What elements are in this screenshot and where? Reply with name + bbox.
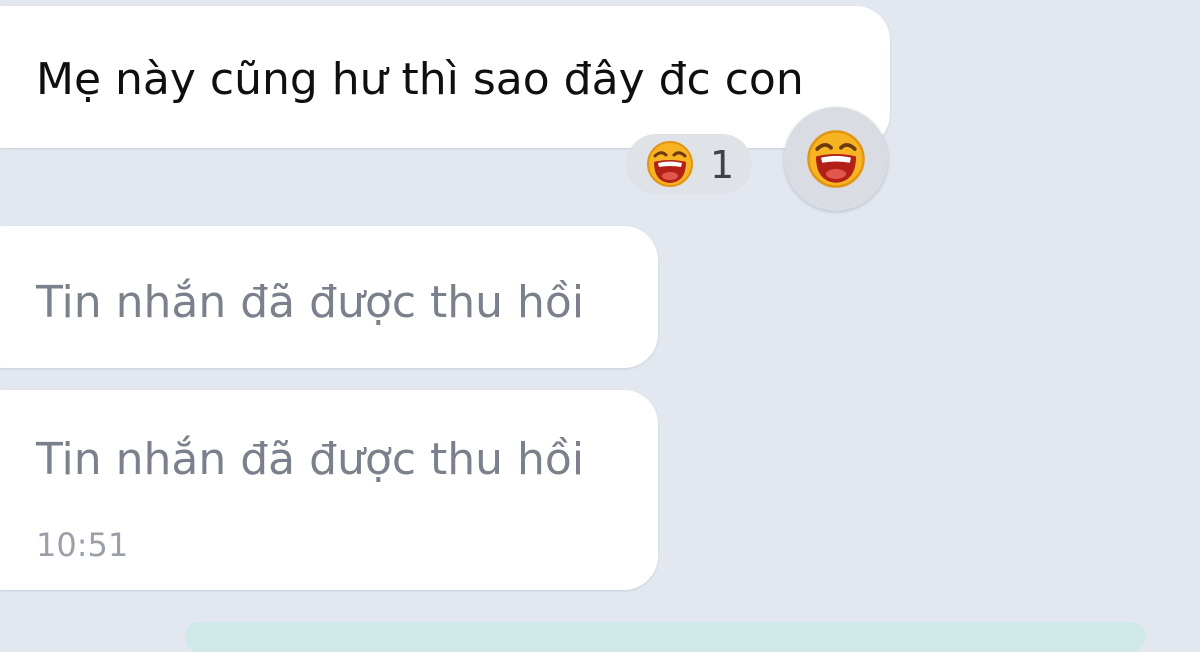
recalled-message-text: Tin nhắn đã được thu hồi xyxy=(36,277,585,328)
recalled-message-text: Tin nhắn đã được thu hồi xyxy=(36,434,585,485)
message-bubble[interactable]: Mẹ này cũng hư thì sao đây đc con xyxy=(0,6,890,148)
message-timestamp: 10:51 xyxy=(36,526,129,564)
laughing-face-icon xyxy=(806,129,866,193)
reaction-count: 1 xyxy=(710,143,735,187)
recalled-message-bubble[interactable]: Tin nhắn đã được thu hồi xyxy=(0,226,658,368)
recalled-message-bubble[interactable]: Tin nhắn đã được thu hồi 10:51 xyxy=(0,390,658,590)
laughing-face-icon xyxy=(646,140,694,192)
reaction-summary[interactable]: 1 xyxy=(626,134,752,194)
composer-edge[interactable] xyxy=(185,622,1145,652)
react-button[interactable] xyxy=(784,107,888,211)
message-text: Mẹ này cũng hư thì sao đây đc con xyxy=(36,54,804,105)
